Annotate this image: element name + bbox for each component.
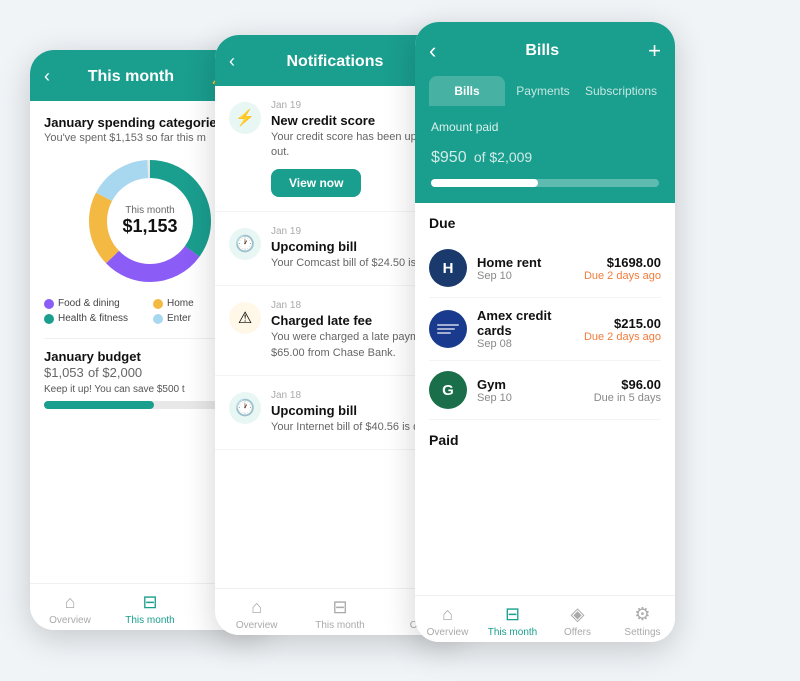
nav-thismonth-label: This month — [125, 615, 174, 626]
bills-header: ‹ Bills + Bills Payments Subscriptions — [415, 22, 675, 106]
bill-due-amex: Due 2 days ago — [584, 331, 661, 343]
bill-avatar-gym: G — [429, 371, 467, 409]
bills-nav-offers[interactable]: ◈ Offers — [545, 604, 610, 638]
notifs-nav-thismonth-label: This month — [315, 620, 364, 631]
donut-amount: $1,153 — [122, 216, 177, 237]
notif-icon-2: ⚠ — [229, 302, 261, 334]
bills-nav-thismonth[interactable]: ⊟ This month — [480, 604, 545, 638]
bills-bottom-nav: ⌂ Overview ⊟ This month ◈ Offers ⚙ Setti… — [415, 595, 675, 642]
bills-nav-offers-label: Offers — [564, 627, 591, 638]
bills-offers-icon: ◈ — [571, 604, 585, 625]
bills-back-icon[interactable]: ‹ — [429, 38, 436, 64]
bills-settings-icon: ⚙ — [634, 604, 650, 625]
legend-dot-health — [44, 314, 54, 324]
notifs-title: Notifications — [235, 53, 435, 71]
bill-name-homerent: Home rent — [477, 255, 574, 270]
bills-thismonth-icon: ⊟ — [505, 604, 520, 625]
legend-label-health: Health & fitness — [58, 313, 128, 324]
bills-add-icon[interactable]: + — [648, 38, 661, 64]
bill-item-gym: G Gym Sep 10 $96.00 Due in 5 days — [429, 361, 661, 420]
bill-due-gym: Due in 5 days — [594, 392, 661, 404]
bill-item-amex: Amex credit cards Sep 08 $215.00 Due 2 d… — [429, 298, 661, 361]
legend-dot-home — [153, 299, 163, 309]
bills-progress-bg — [431, 179, 659, 187]
notif-icon-3: 🕐 — [229, 392, 261, 424]
bill-info-homerent: Home rent Sep 10 — [477, 255, 574, 282]
notif-icon-1: 🕐 — [229, 228, 261, 260]
legend-label-home: Home — [167, 298, 194, 309]
nav-overview[interactable]: ⌂ Overview — [30, 592, 110, 626]
bills-list: Due H Home rent Sep 10 $1698.00 Due 2 da… — [415, 203, 675, 553]
notifs-thismonth-icon: ⊟ — [332, 597, 347, 618]
bills-overview-icon: ⌂ — [442, 604, 453, 625]
bill-info-gym: Gym Sep 10 — [477, 377, 584, 404]
thismonth-icon: ⊟ — [142, 592, 157, 613]
bills-nav-overview[interactable]: ⌂ Overview — [415, 604, 480, 638]
amex-card-lines — [431, 318, 465, 340]
bill-info-amex: Amex credit cards Sep 08 — [477, 308, 574, 350]
bills-due-label: Due — [429, 203, 661, 239]
bill-date-gym: Sep 10 — [477, 392, 584, 404]
donut-label: This month $1,153 — [122, 205, 177, 237]
bill-due-homerent: Due 2 days ago — [584, 270, 661, 282]
bills-nav-settings[interactable]: ⚙ Settings — [610, 604, 675, 638]
nav-overview-label: Overview — [49, 615, 91, 626]
bills-tab-payments[interactable]: Payments — [505, 76, 581, 106]
bill-item-homerent: H Home rent Sep 10 $1698.00 Due 2 days a… — [429, 239, 661, 298]
legend-dot-enter — [153, 314, 163, 324]
bill-avatar-amex — [429, 310, 467, 348]
legend-label-enter: Enter — [167, 313, 191, 324]
bill-date-homerent: Sep 10 — [477, 270, 574, 282]
bills-nav-thismonth-label: This month — [488, 627, 537, 638]
bills-summary: Amount paid $950 of $2,009 — [415, 106, 675, 203]
donut-month: This month — [122, 205, 177, 216]
bills-title: Bills — [525, 42, 559, 60]
bill-name-amex: Amex credit cards — [477, 308, 574, 338]
bill-amount-homerent: $1698.00 Due 2 days ago — [584, 255, 661, 282]
bills-tab-subscriptions[interactable]: Subscriptions — [581, 76, 661, 106]
bills-tabs: Bills Payments Subscriptions — [429, 76, 661, 106]
notifs-nav-thismonth[interactable]: ⊟ This month — [298, 597, 381, 631]
budget-progress-fill — [44, 401, 154, 409]
bills-progress-fill — [431, 179, 538, 187]
bills-paid-amount: $950 of $2,009 — [431, 138, 659, 169]
bill-name-gym: Gym — [477, 377, 584, 392]
overview-icon: ⌂ — [65, 592, 76, 613]
notifs-nav-overview[interactable]: ⌂ Overview — [215, 597, 298, 631]
bills-card: ‹ Bills + Bills Payments Subscriptions A… — [415, 22, 675, 642]
bills-nav-overview-label: Overview — [427, 627, 469, 638]
bill-date-amex: Sep 08 — [477, 338, 574, 350]
thismonth-title: This month — [50, 68, 212, 86]
legend-label-food: Food & dining — [58, 298, 120, 309]
bills-header-top: ‹ Bills + — [429, 38, 661, 64]
notif-icon-0: ⚡ — [229, 102, 261, 134]
bills-nav-settings-label: Settings — [624, 627, 660, 638]
bills-paid-label: Paid — [429, 420, 661, 456]
legend-food: Food & dining — [44, 298, 147, 309]
bills-tab-bills[interactable]: Bills — [429, 76, 505, 106]
nav-thismonth[interactable]: ⊟ This month — [110, 592, 190, 626]
legend-health: Health & fitness — [44, 313, 147, 324]
notifs-overview-icon: ⌂ — [251, 597, 262, 618]
bill-amount-gym: $96.00 Due in 5 days — [594, 377, 661, 404]
notifs-nav-overview-label: Overview — [236, 620, 278, 631]
bill-amount-amex: $215.00 Due 2 days ago — [584, 316, 661, 343]
bill-avatar-homerent: H — [429, 249, 467, 287]
bills-summary-label: Amount paid — [431, 120, 659, 134]
legend-dot-food — [44, 299, 54, 309]
notif-cta-0[interactable]: View now — [271, 169, 361, 197]
